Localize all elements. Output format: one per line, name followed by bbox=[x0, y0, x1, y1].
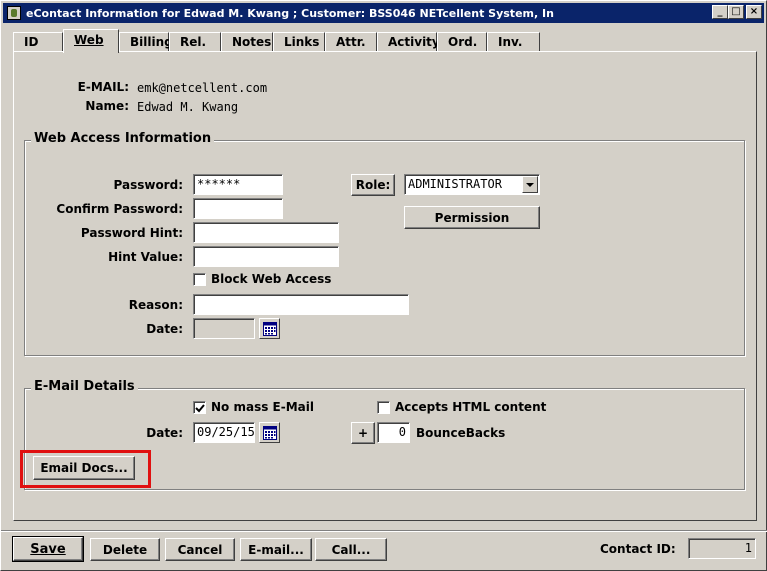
highlight-box bbox=[20, 450, 151, 488]
call-button[interactable]: Call... bbox=[315, 538, 387, 561]
window-title: eContact Information for Edwad M. Kwang … bbox=[26, 6, 554, 20]
maximize-button[interactable]: □ bbox=[728, 5, 744, 19]
email-label: E-MAIL: bbox=[77, 80, 129, 94]
role-select-value: ADMINISTRATOR bbox=[408, 177, 502, 191]
tab-rel[interactable]: Rel. bbox=[169, 32, 221, 52]
password-label: Password: bbox=[113, 178, 184, 192]
email-date-field[interactable]: 09/25/15 bbox=[193, 422, 255, 443]
calendar-icon bbox=[263, 322, 277, 336]
tab-attr[interactable]: Attr. bbox=[325, 32, 377, 52]
plus-icon: + bbox=[357, 426, 369, 440]
title-bar[interactable]: eContact Information for Edwad M. Kwang … bbox=[3, 3, 764, 23]
bouncebacks-field[interactable]: 0 bbox=[377, 422, 410, 443]
tab-inv[interactable]: Inv. bbox=[487, 32, 540, 52]
bouncebacks-label: BounceBacks bbox=[416, 426, 506, 440]
delete-button-label: Delete bbox=[102, 542, 148, 557]
tab-label: Notes bbox=[232, 35, 272, 49]
tab-label: ID bbox=[24, 35, 39, 49]
tab-links[interactable]: Links bbox=[273, 32, 325, 52]
email-value: emk@netcellent.com bbox=[137, 81, 268, 95]
role-select[interactable]: ADMINISTRATOR bbox=[404, 174, 540, 195]
tab-label: Inv. bbox=[498, 35, 523, 49]
contact-id-label: Contact ID: bbox=[600, 542, 676, 556]
tab-label: Activity bbox=[388, 35, 440, 49]
name-label: Name: bbox=[85, 99, 129, 113]
cancel-button-label: Cancel bbox=[177, 542, 223, 557]
block-date-calendar-button[interactable] bbox=[259, 318, 280, 339]
no-mass-email-checkbox[interactable] bbox=[193, 401, 206, 414]
chevron-down-icon[interactable] bbox=[522, 176, 538, 193]
password-hint-field[interactable] bbox=[193, 222, 339, 243]
web-access-title: Web Access Information bbox=[31, 131, 215, 146]
checkmark-icon bbox=[195, 404, 205, 413]
add-bounceback-button[interactable]: + bbox=[351, 422, 375, 444]
confirm-password-label: Confirm Password: bbox=[56, 202, 183, 216]
save-button[interactable]: Save bbox=[12, 536, 84, 562]
tab-label: Billing bbox=[130, 35, 173, 49]
minimize-button[interactable]: _ bbox=[712, 5, 728, 19]
hint-value-field[interactable] bbox=[193, 246, 339, 267]
tab-web[interactable]: Web bbox=[63, 29, 119, 53]
name-value: Edwad M. Kwang bbox=[137, 100, 239, 114]
footer-separator bbox=[1, 530, 767, 532]
tab-notes[interactable]: Notes bbox=[221, 32, 273, 52]
accepts-html-checkbox[interactable] bbox=[377, 401, 390, 414]
delete-button[interactable]: Delete bbox=[90, 538, 160, 561]
email-details-title: E-Mail Details bbox=[31, 379, 138, 394]
tab-billing[interactable]: Billing bbox=[119, 32, 173, 52]
block-web-access-checkbox[interactable] bbox=[193, 273, 206, 286]
password-field[interactable]: ****** bbox=[193, 174, 283, 195]
call-button-label: Call... bbox=[331, 542, 371, 557]
email-button-label: E-mail... bbox=[248, 542, 304, 557]
contact-id-field: 1 bbox=[688, 538, 756, 559]
confirm-password-field[interactable] bbox=[193, 198, 283, 219]
block-date-label: Date: bbox=[146, 322, 183, 336]
econtact-window: eContact Information for Edwad M. Kwang … bbox=[0, 0, 767, 571]
reason-label: Reason: bbox=[128, 298, 183, 312]
hint-value-label: Hint Value: bbox=[108, 250, 183, 264]
role-button-label: Role: bbox=[355, 178, 391, 192]
tab-id[interactable]: ID bbox=[13, 32, 63, 52]
password-hint-label: Password Hint: bbox=[80, 226, 183, 240]
block-date-field bbox=[193, 318, 255, 339]
tab-label: Attr. bbox=[336, 35, 366, 49]
save-button-label: Save bbox=[30, 541, 66, 557]
close-button[interactable]: × bbox=[746, 5, 762, 19]
tab-ord[interactable]: Ord. bbox=[437, 32, 487, 52]
tab-label: Rel. bbox=[180, 35, 207, 49]
permission-button-label: Permission bbox=[434, 210, 510, 225]
accepts-html-label: Accepts HTML content bbox=[395, 400, 547, 414]
no-mass-email-label: No mass E-Mail bbox=[211, 400, 314, 414]
role-button[interactable]: Role: bbox=[351, 174, 395, 196]
reason-field[interactable] bbox=[193, 294, 409, 315]
tab-activity[interactable]: Activity bbox=[377, 32, 440, 52]
email-button[interactable]: E-mail... bbox=[240, 538, 312, 561]
cancel-button[interactable]: Cancel bbox=[165, 538, 235, 561]
tab-label: Links bbox=[284, 35, 320, 49]
permission-button[interactable]: Permission bbox=[404, 206, 540, 229]
calendar-icon bbox=[263, 426, 277, 440]
block-web-access-label: Block Web Access bbox=[211, 272, 332, 286]
tab-label: Ord. bbox=[448, 35, 478, 49]
email-date-label: Date: bbox=[146, 426, 183, 440]
app-icon bbox=[7, 6, 21, 20]
email-date-calendar-button[interactable] bbox=[259, 422, 280, 443]
tab-label: Web bbox=[74, 33, 104, 47]
